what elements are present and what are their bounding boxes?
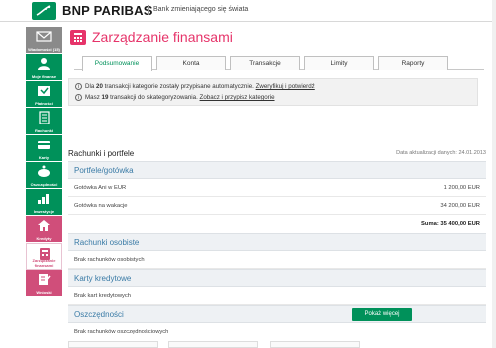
row-name: Gotówka Ani w EUR xyxy=(74,185,127,191)
group-title: Karty kredytowe xyxy=(74,274,132,283)
notice-text: Dla xyxy=(85,83,97,91)
group-savings[interactable]: Oszczędności xyxy=(68,305,486,323)
payment-icon xyxy=(38,86,50,96)
group-title: Portfele/gotówka xyxy=(74,166,134,175)
empty-text: Brak kart kredytowych xyxy=(74,293,132,299)
sidebar-item-applications[interactable]: Wnioski xyxy=(26,270,62,297)
chart-icon xyxy=(38,194,49,204)
page-title: Zarządzanie finansami xyxy=(92,29,233,45)
sidebar-item-label: Inwestycje xyxy=(33,209,55,214)
brand-name: BNP PARIBAS xyxy=(62,3,153,18)
sidebar-item-label: Wnioski xyxy=(36,290,52,295)
group-cards[interactable]: Karty kredytowe xyxy=(68,269,486,287)
sidebar-item-my-finances[interactable]: Moje finanse xyxy=(26,54,62,81)
right-edge-shadow xyxy=(492,0,496,348)
tab-limits[interactable]: Limity xyxy=(304,56,374,70)
empty-text: Brak rachunków oszczędnościowych xyxy=(74,329,169,335)
sidebar-item-label: Moje finanse xyxy=(31,74,57,79)
sidebar-item-savings[interactable]: Oszczędności xyxy=(26,162,62,189)
sidebar-nav: Wiadomości (15) Moje finanse Płatności R… xyxy=(26,27,62,348)
group-title: Rachunki osobiste xyxy=(74,238,140,247)
sidebar-item-label: Zarządzanie finansami xyxy=(32,258,56,268)
row-amount: 1 200,00 EUR xyxy=(443,185,480,191)
bottom-panel-right xyxy=(270,341,360,348)
piggy-bank-icon xyxy=(38,165,50,177)
bottom-panel-mid xyxy=(168,341,258,348)
sidebar-item-messages[interactable]: Wiadomości (15) xyxy=(26,27,62,54)
sidebar-item-label: Płatności xyxy=(35,101,53,106)
sidebar-item-label: Rachunki xyxy=(34,128,53,133)
group-wallet[interactable]: Portfele/gotówka xyxy=(68,161,486,179)
table-row[interactable]: Gotówka na wakacje 34 200,00 EUR xyxy=(68,197,486,215)
tab-reports[interactable]: Raporty xyxy=(378,56,448,70)
sidebar-item-accounts[interactable]: Rachunki xyxy=(26,108,62,135)
sidebar-item-cards[interactable]: Karty xyxy=(26,135,62,162)
notice-text: transakcji do skategoryzowania. xyxy=(108,94,200,102)
sidebar-item-label: Oszczędności xyxy=(30,182,58,187)
empty-row: Brak rachunków oszczędnościowych xyxy=(68,323,486,341)
accounts-heading: Rachunki i portfele xyxy=(68,149,135,158)
tab-transactions[interactable]: Transakcje xyxy=(230,56,300,70)
row-name: Gotówka na wakacje xyxy=(74,203,128,209)
sum-row: Suma: 35 400,00 EUR xyxy=(68,215,486,233)
table-row[interactable]: Gotówka Ani w EUR 1 200,00 EUR xyxy=(68,179,486,197)
bottom-panel-left xyxy=(68,341,158,348)
tab-summary[interactable]: Podsumowanie xyxy=(82,56,152,71)
info-icon: i xyxy=(75,83,82,90)
sidebar-item-investments[interactable]: Inwestycje xyxy=(26,189,62,216)
tab-bar: Podsumowanie Konta Transakcje Limity Rap… xyxy=(74,54,484,71)
top-bar: BNP PARIBAS Bank zmieniającego się świat… xyxy=(0,0,496,22)
group-title: Oszczędności xyxy=(74,310,124,319)
notice-line-uncategorized: i Masz 19 transakcji do skategoryzowania.… xyxy=(75,94,275,101)
card-icon xyxy=(38,141,50,149)
update-date: Data aktualizacji danych: 24.01.2013 xyxy=(396,150,486,156)
sidebar-item-label: Kredyty xyxy=(36,236,52,241)
empty-row: Brak rachunków osobistych xyxy=(68,251,486,269)
notice-line-auto: i Dla 20 transakcji kategorie zostały prz… xyxy=(75,83,315,90)
empty-text: Brak rachunków osobistych xyxy=(74,257,145,263)
notice-count: 20 xyxy=(96,83,103,91)
verify-link[interactable]: Zweryfikuj i potwierdź xyxy=(256,83,315,90)
sidebar-item-label: Wiadomości (15) xyxy=(28,47,60,52)
envelope-icon xyxy=(36,31,52,42)
sidebar-item-label: Karty xyxy=(38,155,50,160)
group-personal[interactable]: Rachunki osobiste xyxy=(68,233,486,251)
show-more-button[interactable]: Pokaż więcej xyxy=(352,308,412,321)
notice-box: i Dla 20 transakcji kategorie zostały prz… xyxy=(68,78,478,106)
form-icon xyxy=(39,274,51,285)
sidebar-item-payments[interactable]: Płatności xyxy=(26,81,62,108)
row-amount: 34 200,00 EUR xyxy=(440,203,480,209)
tab-accounts[interactable]: Konta xyxy=(156,56,226,70)
notice-text: Masz xyxy=(85,94,102,102)
notice-text: transakcji kategorie zostały przypisane … xyxy=(102,83,256,91)
wallet-sum: Suma: 35 400,00 EUR xyxy=(421,221,480,227)
person-icon xyxy=(38,58,50,70)
main-content: Zarządzanie finansami Podsumowanie Konta… xyxy=(62,22,492,348)
house-icon xyxy=(38,220,50,231)
info-icon: i xyxy=(75,94,82,101)
empty-row: Brak kart kredytowych xyxy=(68,287,486,305)
assign-category-link[interactable]: Zobacz i przypisz kategorie xyxy=(200,94,275,101)
sidebar-item-finance-management[interactable]: Zarządzanie finansami xyxy=(26,243,62,270)
sidebar-item-loans[interactable]: Kredyty xyxy=(26,216,62,243)
calculator-icon xyxy=(70,30,86,45)
document-icon xyxy=(39,111,50,124)
brand-tagline: Bank zmieniającego się świata xyxy=(148,5,248,15)
bnp-logo-icon[interactable] xyxy=(32,2,56,20)
